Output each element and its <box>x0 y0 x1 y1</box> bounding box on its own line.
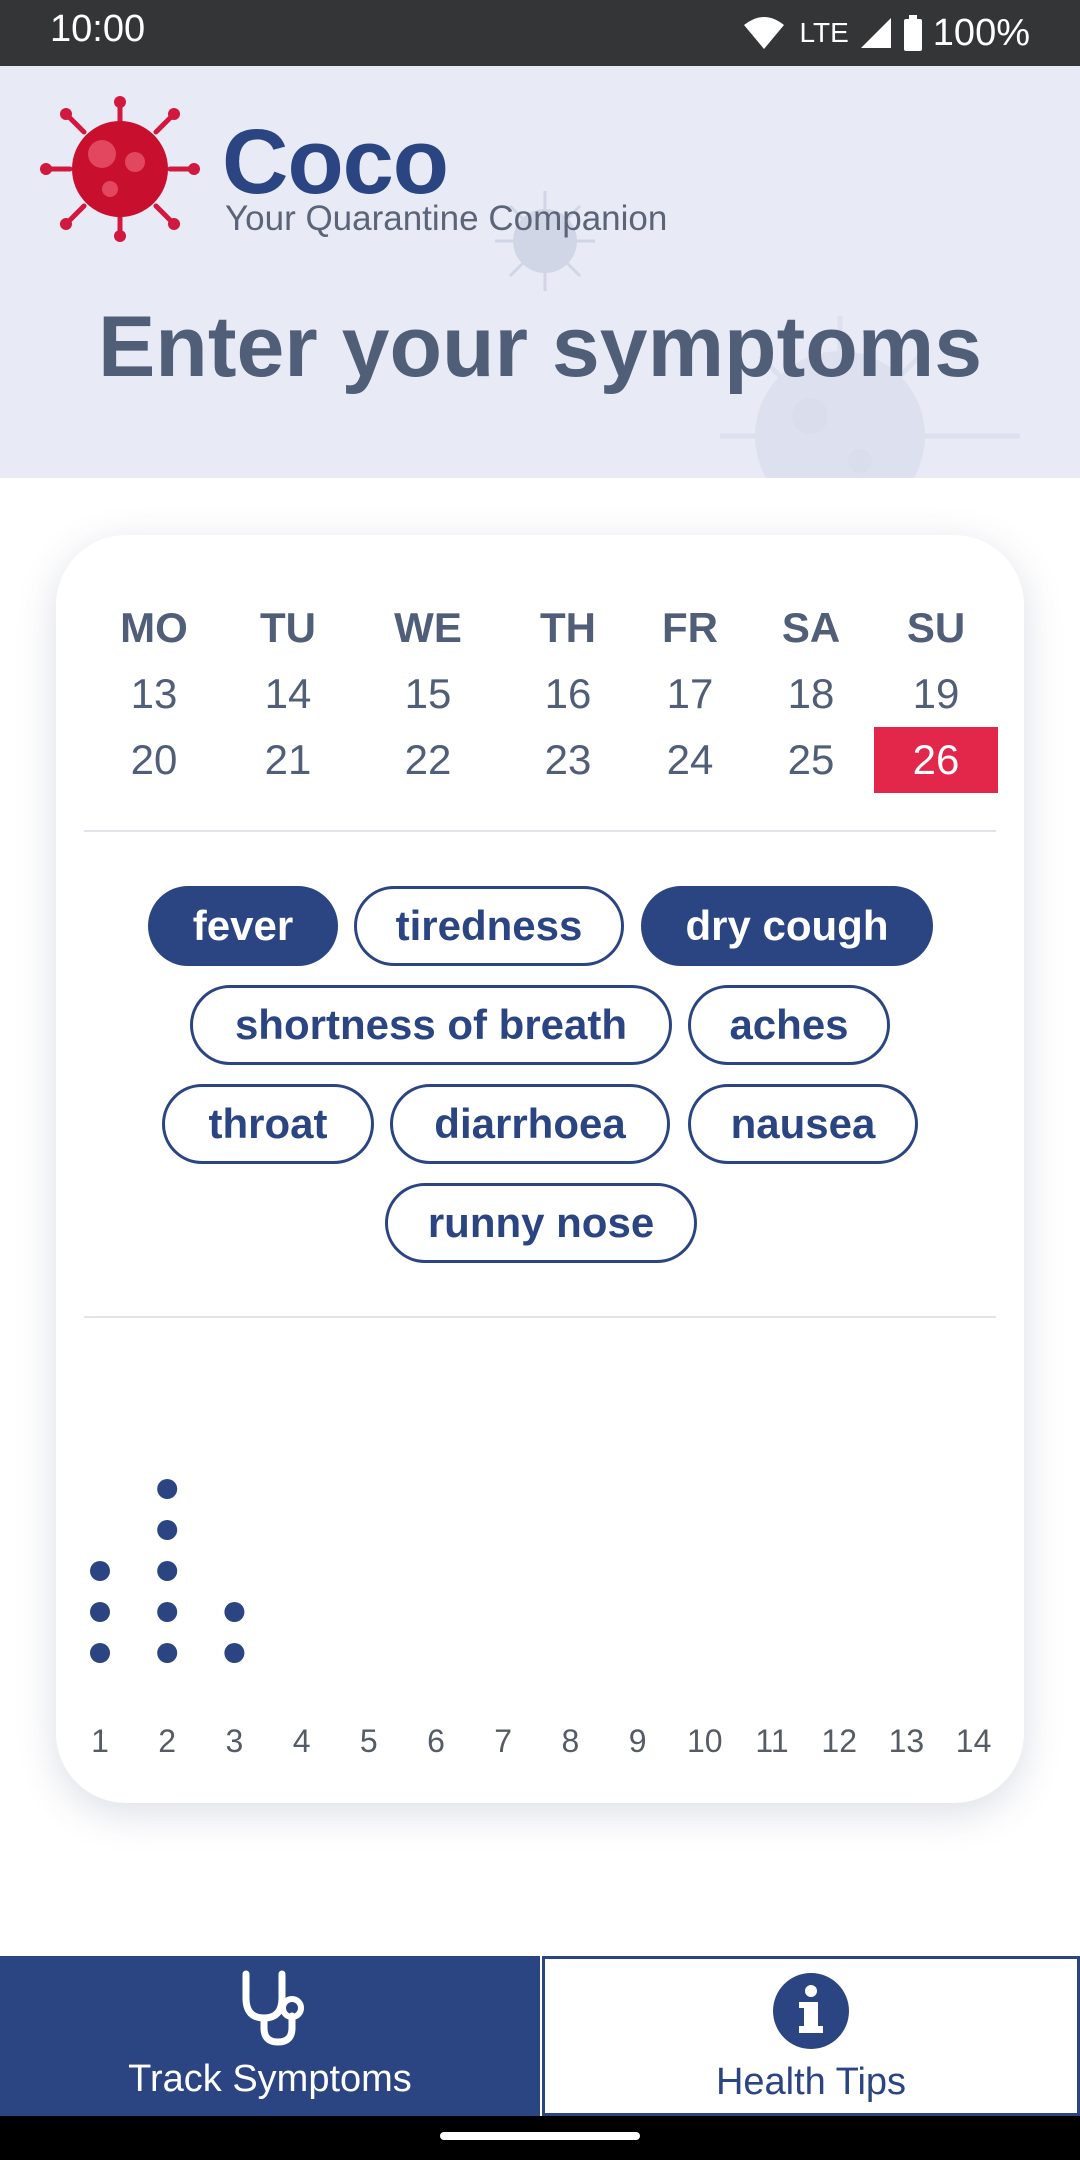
calendar-day-selected[interactable]: 26 <box>874 727 998 793</box>
calendar-day[interactable]: 20 <box>92 727 216 793</box>
day-tick-label: 7 <box>494 1723 512 1759</box>
symptom-chip-fever[interactable]: fever <box>148 886 338 966</box>
divider <box>84 1316 996 1318</box>
day-header: FR <box>662 604 718 651</box>
battery-percent: 100% <box>932 11 1030 54</box>
day-tick-label: 12 <box>821 1723 857 1759</box>
symptom-chip-dry-cough[interactable]: dry cough <box>641 886 933 966</box>
day-tick-label: 11 <box>755 1723 788 1759</box>
calendar-day[interactable]: 24 <box>628 727 752 793</box>
day-header: TU <box>260 604 316 651</box>
symptom-chip-throat[interactable]: throat <box>162 1084 374 1164</box>
calendar-day[interactable]: 16 <box>506 661 630 727</box>
symptom-chip-aches[interactable]: aches <box>688 985 890 1065</box>
symptom-dot <box>157 1479 178 1499</box>
day-tick-label: 9 <box>629 1723 647 1759</box>
symptom-chip-runny-nose[interactable]: runny nose <box>385 1183 697 1263</box>
symptom-dot <box>224 1643 245 1663</box>
calendar-day[interactable]: 21 <box>226 727 350 793</box>
nav-track-symptoms[interactable]: Track Symptoms <box>0 1956 540 2116</box>
day-header: SA <box>781 604 841 651</box>
day-header: WE <box>394 604 462 651</box>
coco-logo-icon <box>40 96 200 242</box>
symptom-chip-nausea[interactable]: nausea <box>688 1084 918 1164</box>
day-header: TH <box>540 604 596 651</box>
status-time: 10:00 <box>50 8 146 50</box>
symptom-dot <box>157 1602 178 1622</box>
status-bar: 10:00 LTE 100% <box>0 0 1080 66</box>
day-tick-label: 13 <box>889 1723 925 1759</box>
calendar-day[interactable]: 19 <box>874 661 998 727</box>
calendar-day[interactable]: 18 <box>749 661 873 727</box>
symptom-chip-tiredness[interactable]: tiredness <box>354 886 624 966</box>
day-tick-label: 5 <box>360 1723 378 1759</box>
day-tick-label: 2 <box>158 1723 176 1759</box>
calendar-week-row: 13 14 15 16 17 18 19 <box>56 661 1024 727</box>
symptom-chip-shortness-of-breath[interactable]: shortness of breath <box>190 985 672 1065</box>
divider <box>84 830 996 832</box>
wifi-icon <box>743 17 784 49</box>
status-icons: LTE 100% <box>742 8 1030 58</box>
symptom-dot <box>157 1520 178 1540</box>
symptom-dot <box>157 1643 178 1663</box>
day-tick-label: 10 <box>687 1723 723 1759</box>
day-tick-label: 3 <box>226 1723 244 1759</box>
symptom-dot <box>90 1643 110 1663</box>
symptom-dot <box>157 1561 178 1581</box>
day-tick-label: 1 <box>91 1723 109 1759</box>
bottom-navigation: Track Symptoms Health Tips <box>0 1956 1080 2116</box>
nav-health-tips[interactable]: Health Tips <box>542 1956 1080 2116</box>
calendar-day[interactable]: 15 <box>366 661 490 727</box>
app-tagline: Your Quarantine Companion <box>225 199 668 238</box>
week-calendar: MO TU WE TH FR SA SU 13 14 15 16 17 18 1… <box>56 595 1024 793</box>
symptom-dot <box>90 1602 110 1622</box>
page-title: Enter your symptoms <box>97 299 983 395</box>
calendar-day[interactable]: 17 <box>628 661 752 727</box>
calendar-header-row: MO TU WE TH FR SA SU <box>56 595 1024 661</box>
calendar-day[interactable]: 23 <box>506 727 630 793</box>
symptom-card: MO TU WE TH FR SA SU 13 14 15 16 17 18 1… <box>56 535 1024 1803</box>
calendar-day[interactable]: 13 <box>92 661 216 727</box>
symptom-dot <box>224 1602 245 1622</box>
day-tick-label: 8 <box>562 1723 580 1759</box>
app-header: Coco Your Quarantine Companion Enter you… <box>0 66 1080 478</box>
day-tick-label: 4 <box>293 1723 311 1759</box>
symptom-dot <box>90 1561 110 1581</box>
calendar-week-row: 20 21 22 23 24 25 26 <box>56 727 1024 793</box>
day-tick-label: 6 <box>427 1723 445 1759</box>
battery-icon <box>903 15 922 51</box>
info-icon <box>773 1973 849 2049</box>
network-type: LTE <box>799 17 849 48</box>
stethoscope-icon <box>242 1970 304 2046</box>
day-tick-label: 14 <box>956 1723 992 1759</box>
system-navigation-bar <box>0 2116 1080 2160</box>
calendar-day[interactable]: 25 <box>749 727 873 793</box>
calendar-day[interactable]: 14 <box>226 661 350 727</box>
nav-label: Health Tips <box>715 2061 907 2103</box>
day-header: MO <box>120 604 188 651</box>
symptom-chip-diarrhoea[interactable]: diarrhoea <box>390 1084 670 1164</box>
day-header: SU <box>906 604 966 651</box>
symptom-count-chart: 1 2 3 4 5 6 7 8 9 10 11 12 13 14 <box>90 1479 992 1759</box>
nav-label: Track Symptoms <box>128 2058 412 2100</box>
signal-icon <box>860 18 891 48</box>
home-indicator[interactable] <box>440 2132 640 2140</box>
calendar-day[interactable]: 22 <box>366 727 490 793</box>
